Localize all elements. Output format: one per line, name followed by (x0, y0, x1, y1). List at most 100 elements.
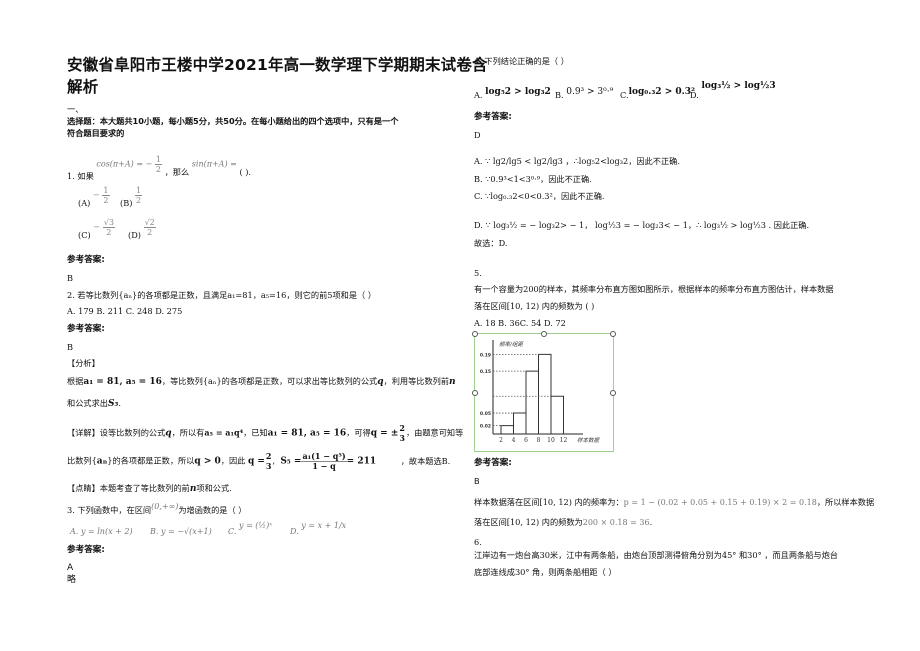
q1-ask: sin(π+A) = (191, 159, 237, 169)
q5-stem-line-2: 落在区间[10, 12) 内的频数为 ( ) (474, 301, 595, 311)
q1-answer-header: 参考答案: (67, 255, 105, 265)
fraction: 23 (398, 424, 406, 443)
text: 设等比数列的公式 (99, 427, 166, 438)
option-expression: y = ln(x + 2) (80, 527, 133, 536)
histogram-bar (525, 370, 539, 434)
q4-option-a: A. log₅2 > log₃2 (474, 86, 551, 100)
q1-prefix: 1. 如果 (67, 170, 94, 181)
math: aₙ (96, 456, 108, 467)
q1-option-d: (D) √2 2 (128, 218, 156, 240)
math: q = (247, 456, 265, 467)
q2-detail-line-1: 【详解】设等比数列的公式q，所以有a₅ = a₁q⁴，已知a₁ = 81, a₅… (67, 424, 463, 443)
text: ，等比数列{aₙ}的各项都是正数，可以求出等比数列的公式 (161, 376, 378, 386)
text: }的各项都是正数，所以 (107, 455, 195, 466)
q2-options: A. 179 B. 211 C. 248 D. 275 (67, 306, 183, 316)
q2-answer: B (67, 342, 74, 352)
math: (0,+∞) (151, 502, 179, 511)
math: a₅ = a₁q⁴ (204, 427, 244, 438)
histogram-bar (538, 353, 552, 434)
x-tick-label: 6 (524, 437, 528, 444)
q3-stem: 3. 下列函数中，在区间(0,+∞)为增函数的是（ ） (67, 502, 247, 516)
option-label: D. (290, 527, 299, 536)
q3-option-c: C. y = (½)ˣ (228, 521, 272, 537)
q3-option-a: A. y = ln(x + 2) (70, 526, 133, 537)
histogram-chart: 频率/组距 样本数据 0.02 0.05 0.15 0.19 2 4 6 8 10 12 (480, 340, 601, 444)
q1-option-a: (A) − 12 (78, 186, 110, 208)
q5-answer-header: 参考答案: (474, 458, 512, 468)
q1-option-c: (C) − √3 2 (78, 218, 115, 240)
q3-option-d: D. y = x + 1/x (290, 521, 346, 537)
fraction-numerator: 1 (154, 155, 162, 165)
option-label: (D) (128, 229, 141, 240)
fraction-denominator: 1 − q (312, 461, 336, 471)
section-description-line-1: 选择题：本大题共10小题，每小题5分，共50分。在每小题给出的四个选项中，只有是… (67, 116, 399, 126)
q3-answer: A (67, 563, 74, 573)
y-tick-label: 0.19 (480, 352, 491, 358)
text: 3. 下列函数中，在区间 (67, 505, 152, 515)
math: S₅ = (280, 456, 302, 467)
title-line-1: 安徽省阜阳市王楼中学2021年高一数学理下学期期末试卷含 (67, 56, 488, 74)
text: ，利用等比数列前 (383, 376, 450, 386)
q2-detail-line-2: 比数列{aₙ}的各项都是正数，所以q > 0，因此 q = 2 3, S₅ = a₁(… (67, 451, 451, 471)
q6-number: 6. (474, 537, 482, 547)
q2-answer-header: 参考答案: (67, 324, 105, 334)
option-expression: y = −√(x+1) (161, 527, 212, 536)
histogram-frame[interactable]: 频率/组距 样本数据 0.02 0.05 0.15 0.19 2 4 6 8 10 12 (472, 331, 616, 452)
q1-option-b: (B) 12 (120, 186, 143, 208)
histogram-bar (513, 412, 527, 434)
math: q = ± (370, 428, 399, 439)
option-label: A. (474, 90, 483, 100)
q4-explanation-d: D. ∵ log₃½ = − log₃2> − 1， log½3 = − log… (474, 220, 810, 230)
x-axis-label: 样本数据 (577, 437, 601, 444)
x-tick-label: 2 (499, 437, 503, 444)
option-label: D. (690, 90, 699, 100)
fraction-numerator: 1 (102, 186, 110, 196)
q5-explanation-line-1: 样本数据落在区间[10, 12) 内的频率为：p = 1 − (0.02 + 0… (474, 497, 874, 508)
math: a₁ = 81, a₅ = 16 (83, 377, 162, 387)
histogram-bar (500, 425, 514, 434)
option-sign: − (93, 221, 101, 232)
q4-option-d: D. log₃½ > log½3 (690, 80, 776, 100)
y-axis-label: 频率/组距 (499, 341, 524, 348)
section-number: 一、 (67, 104, 84, 114)
q4-answer: D (474, 130, 481, 140)
q2-comment: 【点睛】本题考查了等比数列的前n项和公式. (67, 483, 232, 495)
q5-options: A. 18 B. 36C. 54 D. 72 (474, 318, 566, 328)
text: ，由题意可知等 (405, 427, 464, 438)
text: ，所以样本数据 (816, 497, 875, 507)
fraction-denominator: 2 (106, 228, 112, 237)
fraction-denominator: 2 (155, 165, 161, 174)
y-tick-label: 0.15 (480, 369, 491, 375)
q1-answer: B (67, 273, 74, 283)
option-label: B. (150, 527, 159, 536)
fraction: 23 (264, 452, 273, 471)
math: 200 × 0.18 = 36 (582, 518, 650, 527)
option-label: B. (555, 90, 564, 100)
q1-tail: ( ). (239, 166, 252, 177)
fraction-numerator: √3 (102, 218, 115, 228)
text: 为增函数的是（ ） (178, 505, 247, 515)
math: n (449, 377, 456, 387)
q5-number: 5. (474, 268, 482, 278)
fraction-denominator: 3 (265, 461, 272, 471)
option-expression: log₅2 > log₃2 (485, 87, 551, 97)
q3-option-b: B. y = −√(x+1) (150, 526, 212, 537)
text: ，可得 (346, 427, 371, 438)
text: . (649, 517, 653, 527)
q4-explanation-c: C. ∵log₀.₃2<0<0.3²，因此不正确. (474, 191, 605, 201)
q4-explanation-a: A. ∵ lg2/lg5 < lg2/lg3 ，∴log₅2<log₃2，因此不… (474, 156, 680, 166)
option-label: (B) (120, 197, 133, 208)
fraction-denominator: 2 (103, 196, 109, 205)
title-line-2: 解析 (67, 78, 99, 96)
q4-conclusion: 故选：D. (474, 238, 508, 248)
text: 【点睛】 (67, 483, 100, 493)
fraction: a₁(1 − q⁵) 1 − q (301, 452, 347, 471)
option-expression: log₃½ > log½3 (701, 81, 776, 91)
text: 【详解】 (67, 427, 100, 438)
option-label: A. (70, 527, 79, 536)
math: a₁ = 81, a₅ = 16 (267, 428, 347, 439)
text: 样本数据落在区间[10, 12) 内的频率为： (474, 497, 624, 507)
q5-answer: B (474, 476, 480, 486)
option-label: (A) (78, 197, 91, 208)
option-fraction: 12 (135, 186, 143, 205)
